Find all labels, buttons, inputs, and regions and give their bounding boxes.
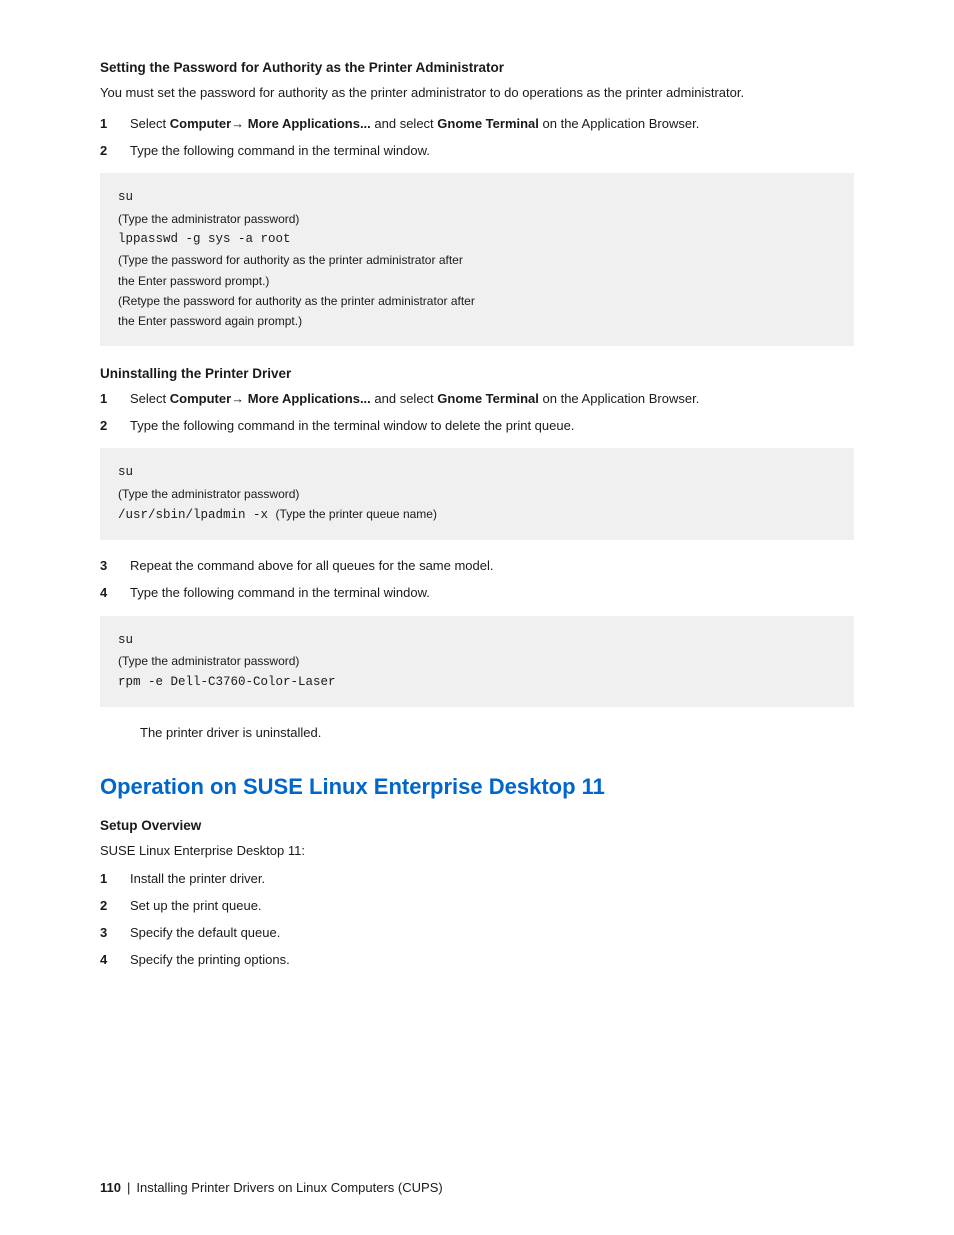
setting-password-steps: 1 Select Computer→ More Applications... … [100,114,854,162]
step-content: Select Computer→ More Applications... an… [130,389,854,410]
step-content: Type the following command in the termin… [130,416,854,437]
setup-overview-heading: Setup Overview [100,818,854,833]
code-comment: (Retype the password for authority as th… [118,291,836,311]
list-item: 2 Set up the print queue. [100,896,854,917]
step-content: Set up the print queue. [130,896,854,917]
list-item: 2 Type the following command in the term… [100,141,854,162]
footer-separator: | [127,1180,130,1195]
step-number: 4 [100,583,130,604]
list-item: 2 Type the following command in the term… [100,416,854,437]
list-item: 3 Repeat the command above for all queue… [100,556,854,577]
setup-overview-steps: 1 Install the printer driver. 2 Set up t… [100,869,854,970]
list-item: 1 Select Computer→ More Applications... … [100,114,854,135]
list-item: 1 Select Computer→ More Applications... … [100,389,854,410]
step-number: 1 [100,389,130,410]
setup-overview-section: Setup Overview SUSE Linux Enterprise Des… [100,818,854,971]
step-number: 3 [100,556,130,577]
code-comment: (Type the administrator password) [118,209,836,229]
step-content: Repeat the command above for all queues … [130,556,854,577]
list-item: 4 Specify the printing options. [100,950,854,971]
setting-password-section: Setting the Password for Authority as th… [100,60,854,346]
footer-text: Installing Printer Drivers on Linux Comp… [136,1180,442,1195]
step-content: Specify the default queue. [130,923,854,944]
uninstalling-steps-1: 1 Select Computer→ More Applications... … [100,389,854,437]
main-section-heading: Operation on SUSE Linux Enterprise Deskt… [100,774,854,800]
step-number: 3 [100,923,130,944]
setting-password-heading: Setting the Password for Authority as th… [100,60,854,75]
code-comment: the Enter password again prompt.) [118,311,836,331]
step-number: 2 [100,416,130,437]
step-number: 2 [100,896,130,917]
uninstalling-heading: Uninstalling the Printer Driver [100,366,854,381]
code-line: /usr/sbin/lpadmin -x (Type the printer q… [118,504,836,526]
step-number: 4 [100,950,130,971]
uninstall-note: The printer driver is uninstalled. [140,723,854,744]
list-item: 4 Type the following command in the term… [100,583,854,604]
code-line: rpm -e Dell-C3760-Color-Laser [118,672,836,693]
code-line: su [118,187,836,208]
step-content: Select Computer→ More Applications... an… [130,114,854,135]
list-item: 3 Specify the default queue. [100,923,854,944]
code-block-1: su (Type the administrator password) lpp… [100,173,854,345]
step-number: 1 [100,114,130,135]
code-comment: the Enter password prompt.) [118,271,836,291]
code-line: su [118,462,836,483]
footer: 110 | Installing Printer Drivers on Linu… [100,1180,854,1195]
footer-page-number: 110 [100,1180,121,1195]
step-number: 1 [100,869,130,890]
code-comment: (Type the administrator password) [118,651,836,671]
setup-overview-intro: SUSE Linux Enterprise Desktop 11: [100,841,854,862]
page-container: Setting the Password for Authority as th… [0,0,954,1235]
code-block-2: su (Type the administrator password) /us… [100,448,854,540]
step-number: 2 [100,141,130,162]
code-comment: (Type the password for authority as the … [118,250,836,270]
code-block-3: su (Type the administrator password) rpm… [100,616,854,707]
step-content: Type the following command in the termin… [130,141,854,162]
code-line: su [118,630,836,651]
step-content: Specify the printing options. [130,950,854,971]
step-content: Install the printer driver. [130,869,854,890]
list-item: 1 Install the printer driver. [100,869,854,890]
uninstalling-steps-2: 3 Repeat the command above for all queue… [100,556,854,604]
code-comment: (Type the administrator password) [118,484,836,504]
code-line: lppasswd -g sys -a root [118,229,836,250]
step-content: Type the following command in the termin… [130,583,854,604]
setting-password-intro: You must set the password for authority … [100,83,854,104]
uninstalling-driver-section: Uninstalling the Printer Driver 1 Select… [100,366,854,744]
